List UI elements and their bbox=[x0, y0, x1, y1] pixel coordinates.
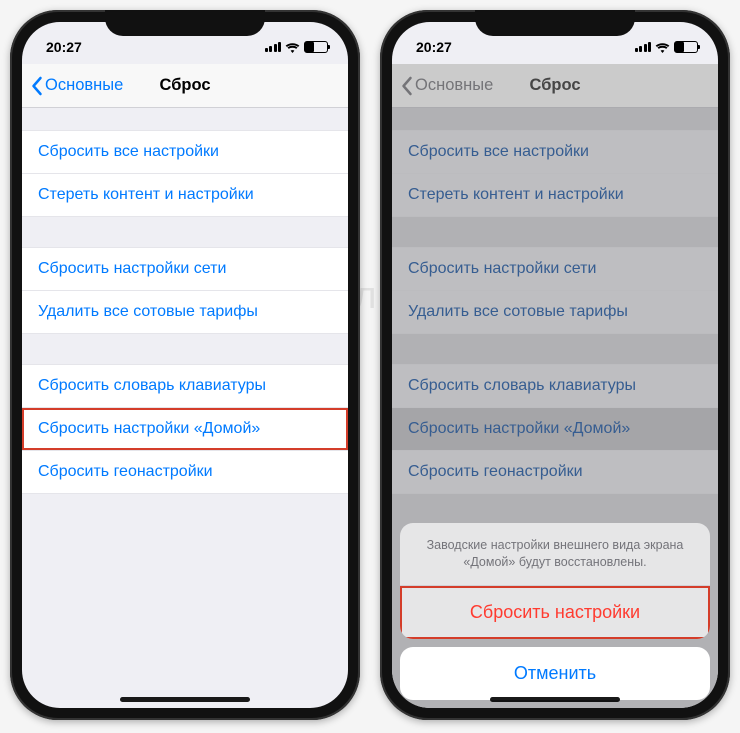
chevron-left-icon bbox=[30, 76, 43, 96]
content: Сбросить все настройки Стереть контент и… bbox=[22, 108, 348, 708]
group-2: Сбросить настройки сети Удалить все сото… bbox=[22, 247, 348, 334]
nav-bar: Основные Сброс bbox=[392, 64, 718, 108]
row-reset-location: Сбросить геонастройки bbox=[392, 451, 718, 494]
nav-title: Сброс bbox=[529, 76, 580, 95]
row-reset-network: Сбросить настройки сети bbox=[392, 247, 718, 291]
row-reset-keyboard[interactable]: Сбросить словарь клавиатуры bbox=[22, 364, 348, 408]
battery-icon bbox=[304, 41, 328, 53]
phone-right: 20:27 Основные Сброс Сбросить все настро… bbox=[380, 10, 730, 720]
battery-icon bbox=[674, 41, 698, 53]
notch bbox=[105, 10, 265, 36]
cancel-card: Отменить bbox=[400, 647, 710, 700]
back-button: Основные bbox=[392, 76, 493, 96]
cancel-button[interactable]: Отменить bbox=[400, 647, 710, 700]
row-reset-network[interactable]: Сбросить настройки сети bbox=[22, 247, 348, 291]
notch bbox=[475, 10, 635, 36]
group-1: Сбросить все настройки Стереть контент и… bbox=[392, 130, 718, 217]
reset-confirm-button[interactable]: Сбросить настройки bbox=[400, 586, 710, 639]
row-erase-content[interactable]: Стереть контент и настройки bbox=[22, 174, 348, 217]
signal-icon bbox=[635, 42, 652, 52]
group-3: Сбросить словарь клавиатуры Сбросить нас… bbox=[22, 364, 348, 494]
nav-title: Сброс bbox=[159, 76, 210, 95]
status-right bbox=[265, 41, 329, 53]
wifi-icon bbox=[655, 42, 670, 53]
home-indicator bbox=[120, 697, 250, 702]
row-reset-all[interactable]: Сбросить все настройки bbox=[22, 130, 348, 174]
screen-right: 20:27 Основные Сброс Сбросить все настро… bbox=[392, 22, 718, 708]
back-label: Основные bbox=[45, 76, 123, 95]
status-time: 20:27 bbox=[416, 39, 452, 55]
status-time: 20:27 bbox=[46, 39, 82, 55]
row-reset-all: Сбросить все настройки bbox=[392, 130, 718, 174]
sheet-message: Заводские настройки внешнего вида экрана… bbox=[400, 523, 710, 586]
signal-icon bbox=[265, 42, 282, 52]
status-right bbox=[635, 41, 699, 53]
group-3: Сбросить словарь клавиатуры Сбросить нас… bbox=[392, 364, 718, 494]
nav-bar: Основные Сброс bbox=[22, 64, 348, 108]
row-reset-location[interactable]: Сбросить геонастройки bbox=[22, 451, 348, 494]
back-button[interactable]: Основные bbox=[22, 76, 123, 96]
action-sheet: Заводские настройки внешнего вида экрана… bbox=[400, 523, 710, 700]
wifi-icon bbox=[285, 42, 300, 53]
group-2: Сбросить настройки сети Удалить все сото… bbox=[392, 247, 718, 334]
row-erase-content: Стереть контент и настройки bbox=[392, 174, 718, 217]
row-reset-keyboard: Сбросить словарь клавиатуры bbox=[392, 364, 718, 408]
row-reset-home[interactable]: Сбросить настройки «Домой» bbox=[22, 408, 348, 451]
group-1: Сбросить все настройки Стереть контент и… bbox=[22, 130, 348, 217]
chevron-left-icon bbox=[400, 76, 413, 96]
home-indicator bbox=[490, 697, 620, 702]
phone-left: 20:27 Основные Сброс Сбросить все настро… bbox=[10, 10, 360, 720]
back-label: Основные bbox=[415, 76, 493, 95]
row-remove-cellular: Удалить все сотовые тарифы bbox=[392, 291, 718, 334]
row-remove-cellular[interactable]: Удалить все сотовые тарифы bbox=[22, 291, 348, 334]
screen-left: 20:27 Основные Сброс Сбросить все настро… bbox=[22, 22, 348, 708]
sheet-card: Заводские настройки внешнего вида экрана… bbox=[400, 523, 710, 639]
row-reset-home: Сбросить настройки «Домой» bbox=[392, 408, 718, 451]
